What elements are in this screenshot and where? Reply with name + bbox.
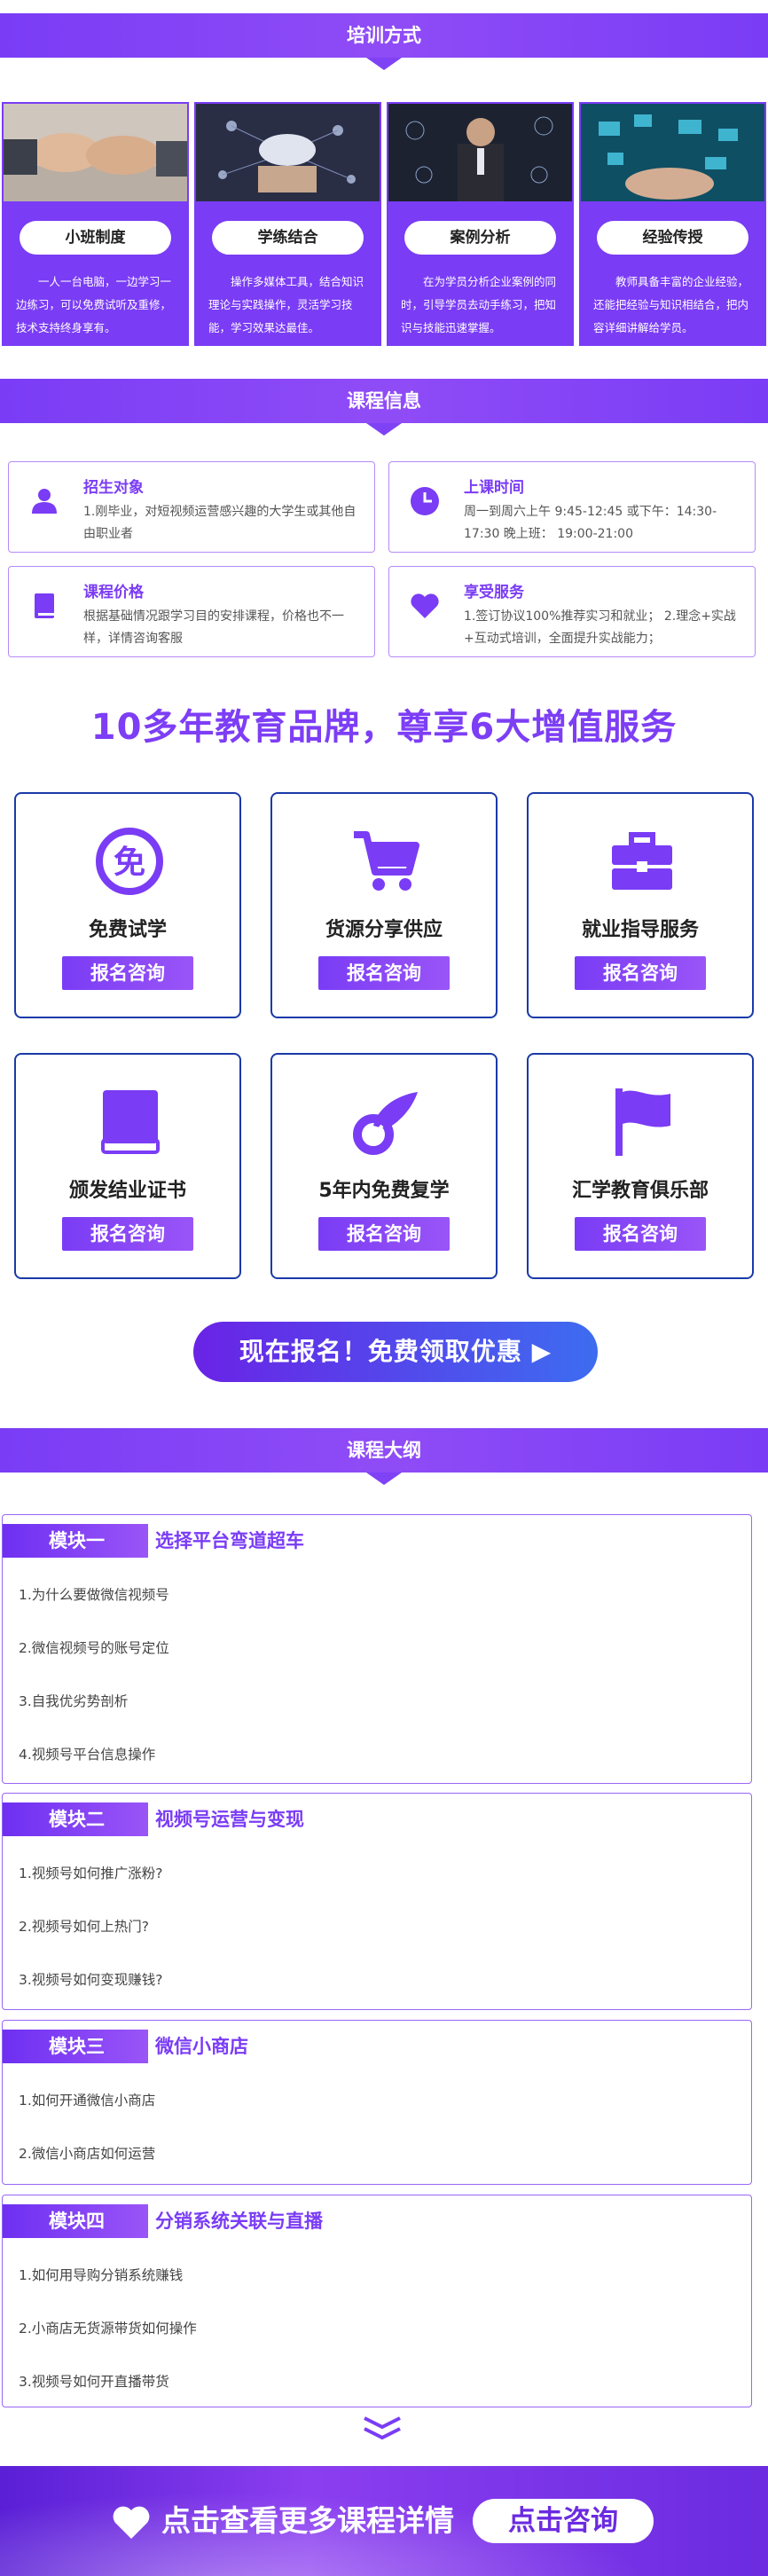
section-title: 课程信息 xyxy=(347,390,421,412)
feather-icon xyxy=(353,1092,418,1155)
module-item: 1.为什么要做微信视频号 xyxy=(19,1587,169,1603)
info-title: 享受服务 xyxy=(464,584,524,601)
module-4: 模块四 分销系统关联与直播 1.如何用导购分销系统赚钱 2.小商店无货源带货如何… xyxy=(2,2195,752,2407)
module-item: 2.微信小商店如何运营 xyxy=(19,2146,156,2162)
info-title: 招生对象 xyxy=(83,479,144,497)
card-title: 案例分析 xyxy=(404,221,556,255)
module-item: 1.如何用导购分销系统赚钱 xyxy=(19,2267,184,2283)
service-name: 5年内免费复学 xyxy=(318,1180,450,1202)
service-name: 颁发结业证书 xyxy=(68,1180,186,1202)
module-item: 3.视频号如何开直播带货 xyxy=(19,2374,169,2390)
section-title: 课程大纲 xyxy=(347,1440,421,1461)
card-description: 在为学员分析企业案例的同时，引导学员去动手练习，把知识与技能迅速掌握。 xyxy=(401,275,557,334)
cloud-network-photo xyxy=(196,104,380,201)
service-name: 就业指导服务 xyxy=(581,919,699,941)
training-card-experience: 经验传授 教师具备丰富的企业经验，还能把经验与知识相结合，把内容详细讲解给学员。 xyxy=(579,102,766,346)
consult-button[interactable]: 报名咨询 xyxy=(575,956,706,990)
flag-icon xyxy=(615,1088,670,1156)
module-title: 微信小商店 xyxy=(155,2036,248,2057)
card-description: 教师具备丰富的企业经验，还能把经验与知识相结合，把内容详细讲解给学员。 xyxy=(593,275,749,334)
module-title: 视频号运营与变现 xyxy=(155,1809,304,1830)
section-header-course-info: 课程信息 xyxy=(0,379,768,436)
module-tag: 模块一 xyxy=(3,1524,148,1558)
service-card-certificate: 颁发结业证书 报名咨询 xyxy=(14,1053,241,1279)
info-text: 根据基础情况跟学习目的安排课程，价格也不一样，详情咨询客服 xyxy=(83,609,344,646)
book-icon xyxy=(35,593,54,618)
info-text: 周一到周六上午 9:45-12:45 或下午：14:30-17:30 晚上班： … xyxy=(464,505,717,541)
service-card-relearn: 5年内免费复学 报名咨询 xyxy=(270,1053,498,1279)
tech-hand-photo xyxy=(581,104,764,201)
briefcase-icon xyxy=(612,832,672,890)
header-notch xyxy=(366,423,402,436)
module-item: 2.视频号如何上热门? xyxy=(19,1919,150,1935)
training-card-small-class: 小班制度 一人一台电脑，一边学习一边练习，可以免费试听及重修，技术支持终身享有。 xyxy=(2,102,189,346)
service-name: 货源分享供应 xyxy=(325,919,443,941)
service-card-supply: 货源分享供应 报名咨询 xyxy=(270,792,498,1018)
module-title: 选择平台弯道超车 xyxy=(155,1530,304,1551)
module-3: 模块三 微信小商店 1.如何开通微信小商店 2.微信小商店如何运营 xyxy=(2,2020,752,2185)
card-description: 一人一台电脑，一边学习一边练习，可以免费试听及重修，技术支持终身享有。 xyxy=(16,275,172,334)
module-item: 4.视频号平台信息操作 xyxy=(19,1747,156,1763)
free-badge-text: 免 xyxy=(114,844,145,881)
module-item: 1.如何开通微信小商店 xyxy=(19,2093,156,2109)
module-item: 1.视频号如何推广涨粉? xyxy=(19,1865,163,1881)
service-card-employment: 就业指导服务 报名咨询 xyxy=(527,792,754,1018)
consult-button[interactable]: 报名咨询 xyxy=(62,1217,193,1251)
info-card-service: 享受服务 1.签订协议100%推荐实习和就业； 2.理念+实战+互动式培训，全面… xyxy=(388,566,756,657)
free-icon: 免 xyxy=(96,828,163,895)
book-icon xyxy=(101,1090,160,1154)
businessman-photo xyxy=(388,104,572,201)
section-header-outline: 课程大纲 xyxy=(0,1428,768,1485)
user-icon xyxy=(32,489,57,514)
consult-button[interactable]: 报名咨询 xyxy=(62,956,193,990)
module-title: 分销系统关联与直播 xyxy=(155,2211,323,2232)
module-2: 模块二 视频号运营与变现 1.视频号如何推广涨粉? 2.视频号如何上热门? 3.… xyxy=(2,1793,752,2010)
clock-icon xyxy=(411,487,439,515)
footer-text[interactable]: 点击查看更多课程详情 xyxy=(161,2466,454,2576)
brand-slogan: 10多年教育品牌，尊享6大增值服务 xyxy=(90,707,678,748)
card-title: 经验传授 xyxy=(597,221,748,255)
heart-icon xyxy=(411,593,439,618)
module-tag: 模块三 xyxy=(3,2030,148,2063)
card-title: 小班制度 xyxy=(20,221,171,255)
service-name: 免费试学 xyxy=(88,919,167,941)
module-tag: 模块四 xyxy=(3,2204,148,2238)
info-text: 1.签订协议100%推荐实习和就业； 2.理念+实战+互动式培训，全面提升实战能… xyxy=(464,609,736,646)
card-description: 操作多媒体工具，结合知识理论与实践操作，灵活学习技能，学习效果达最佳。 xyxy=(208,275,364,334)
header-notch xyxy=(366,58,402,70)
service-card-club: 汇学教育俱乐部 报名咨询 xyxy=(527,1053,754,1279)
info-title: 课程价格 xyxy=(83,584,144,601)
consult-button[interactable]: 报名咨询 xyxy=(318,1217,450,1251)
cart-icon xyxy=(354,831,419,891)
info-text: 1.刚毕业，对短视频运营感兴趣的大学生或其他自由职业者 xyxy=(83,505,357,541)
module-item: 3.视频号如何变现赚钱? xyxy=(19,1972,163,1988)
service-card-free-trial: 免 免费试学 报名咨询 xyxy=(14,792,241,1018)
module-item: 2.微信视频号的账号定位 xyxy=(19,1640,169,1656)
module-item: 3.自我优劣势剖析 xyxy=(19,1693,129,1709)
info-card-target: 招生对象 1.刚毕业，对短视频运营感兴趣的大学生或其他自由职业者 xyxy=(8,461,375,553)
consult-button[interactable]: 点击咨询 xyxy=(473,2499,654,2543)
handshake-photo xyxy=(4,104,187,201)
info-title: 上课时间 xyxy=(464,479,524,497)
training-card-practice: 学练结合 操作多媒体工具，结合知识理论与实践操作，灵活学习技能，学习效果达最佳。 xyxy=(194,102,381,346)
consult-button[interactable]: 报名咨询 xyxy=(318,956,450,990)
module-item: 2.小商店无货源带货如何操作 xyxy=(19,2321,197,2336)
footer-banner: 点击查看更多课程详情 点击咨询 xyxy=(0,2466,768,2576)
training-card-case-study: 案例分析 在为学员分析企业案例的同时，引导学员去动手练习，把知识与技能迅速掌握。 xyxy=(387,102,574,346)
section-title: 培训方式 xyxy=(347,25,421,46)
info-card-schedule: 上课时间 周一到周六上午 9:45-12:45 或下午：14:30-17:30 … xyxy=(388,461,756,553)
module-1: 模块一 选择平台弯道超车 1.为什么要做微信视频号 2.微信视频号的账号定位 3… xyxy=(2,1514,752,1784)
card-title: 学练结合 xyxy=(212,221,364,255)
consult-button[interactable]: 报名咨询 xyxy=(575,1217,706,1251)
section-header-training: 培训方式 xyxy=(0,13,768,70)
signup-cta-button[interactable]: 现在报名！免费领取优惠 ▶ xyxy=(193,1322,598,1382)
heart-icon xyxy=(113,2506,150,2539)
service-name: 汇学教育俱乐部 xyxy=(571,1180,709,1202)
info-card-price: 课程价格 根据基础情况跟学习目的安排课程，价格也不一样，详情咨询客服 xyxy=(8,566,375,657)
chevron-down-icon[interactable] xyxy=(361,2415,404,2441)
header-notch xyxy=(366,1473,402,1485)
module-tag: 模块二 xyxy=(3,1802,148,1836)
